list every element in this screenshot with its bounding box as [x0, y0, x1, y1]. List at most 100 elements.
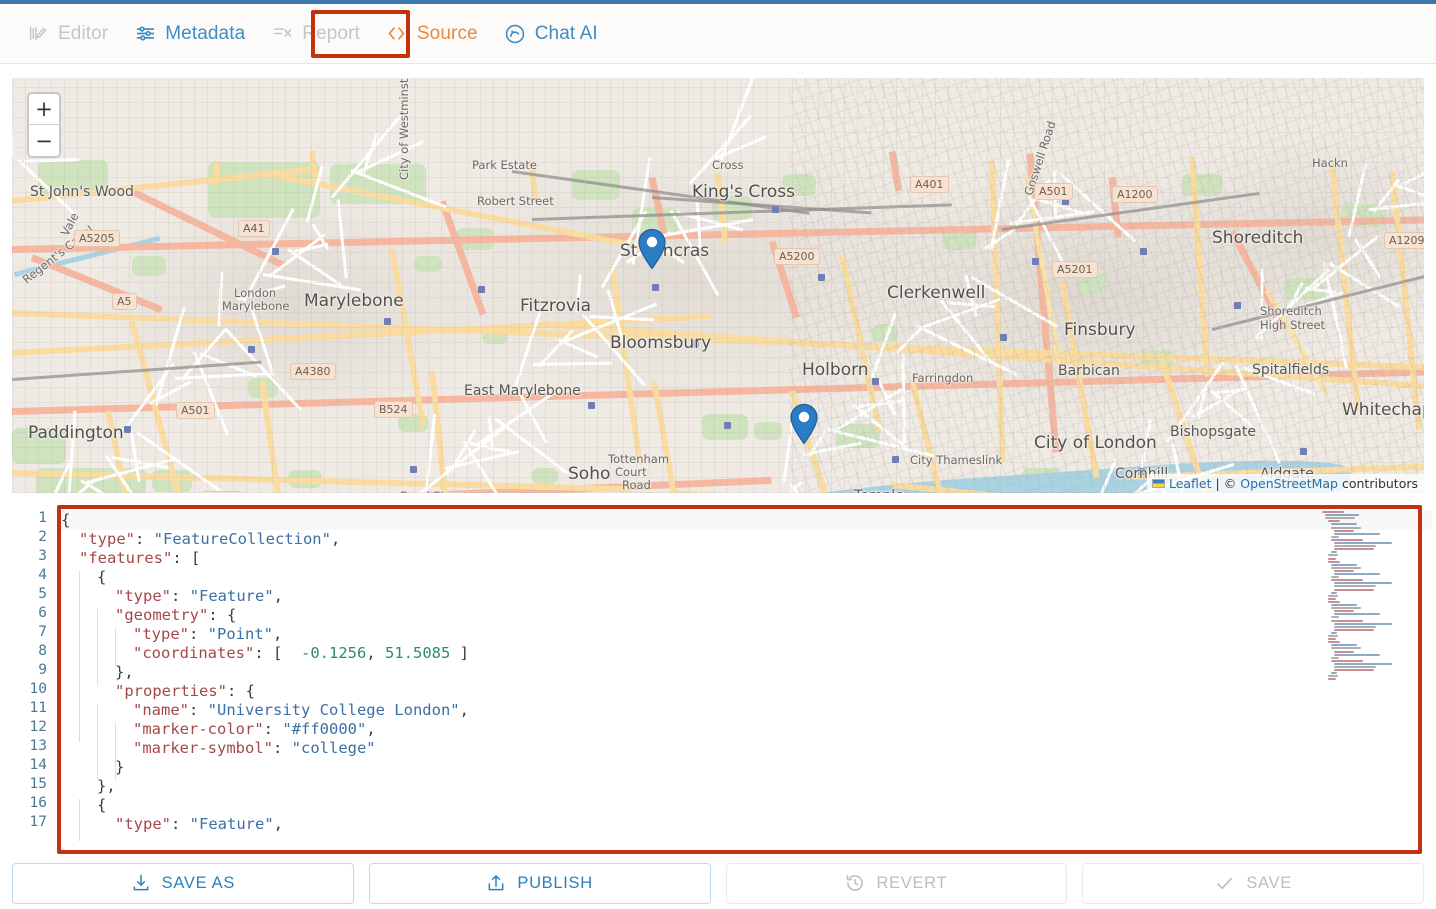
map-place-label: High Street: [1260, 318, 1325, 332]
code-token: :: [171, 815, 190, 833]
line-number-gutter: 1234567891011121314151617: [0, 499, 57, 854]
code-line[interactable]: "marker-symbol": "college": [61, 739, 376, 758]
code-line[interactable]: "features": [: [61, 549, 200, 568]
code-token: 51.5085: [385, 644, 450, 662]
code-line[interactable]: },: [61, 663, 134, 682]
road-shield: B524: [374, 401, 413, 418]
openstreetmap-link[interactable]: OpenStreetMap: [1240, 476, 1338, 491]
map-viewport[interactable]: St John's WoodPark EstateCrossKing's Cro…: [12, 78, 1424, 493]
zoom-out-button[interactable]: −: [29, 125, 59, 156]
minimap-line: [1334, 663, 1392, 665]
code-token: "Point": [208, 625, 273, 643]
minimap-line: [1334, 651, 1354, 653]
code-line[interactable]: "coordinates": [ -0.1256, 51.5085 ]: [61, 644, 469, 663]
line-number: 5: [38, 586, 47, 602]
code-line[interactable]: "geometry": {: [61, 606, 236, 625]
tab-chat-ai[interactable]: Chat AI: [491, 12, 611, 56]
map-place-label: Bond Street: [400, 489, 468, 493]
line-number: 14: [30, 757, 47, 773]
code-line[interactable]: "marker-color": "#ff0000",: [61, 720, 376, 739]
minimap-line: [1328, 595, 1338, 597]
chat-ai-icon: [504, 23, 526, 45]
minimap-line: [1334, 542, 1392, 544]
minimap-line: [1328, 678, 1336, 680]
map-zoom-control[interactable]: + −: [27, 92, 61, 158]
code-line[interactable]: "properties": {: [61, 682, 255, 701]
minimap-line: [1328, 641, 1340, 643]
code-token: "geometry": [115, 606, 208, 624]
map-place-label: Court: [615, 465, 647, 479]
map-place-label: Farringdon: [912, 371, 973, 385]
station-marker: [724, 422, 731, 429]
code-minimap[interactable]: [1314, 509, 1422, 617]
code-token: "Feature": [190, 587, 274, 605]
code-token: ,: [274, 587, 283, 605]
minimap-line: [1331, 647, 1361, 649]
leaflet-link[interactable]: Leaflet: [1169, 476, 1212, 491]
map-place-label: King's Cross: [692, 182, 795, 202]
button-label: SAVE AS: [162, 874, 235, 893]
download-icon: [131, 873, 151, 893]
code-line[interactable]: {: [61, 796, 106, 815]
code-text-area[interactable]: {"type": "FeatureCollection","features":…: [61, 503, 1432, 850]
marker-st-pancras[interactable]: [637, 228, 667, 270]
map-place-label: Temple: [854, 488, 904, 493]
minimap-line: [1334, 548, 1374, 550]
publish-button[interactable]: PUBLISH: [369, 863, 711, 904]
minimap-line: [1331, 604, 1357, 606]
zoom-in-button[interactable]: +: [29, 94, 59, 125]
minimap-line: [1334, 623, 1392, 625]
station-marker: [1300, 448, 1307, 455]
map-place-label: Paddington: [28, 423, 124, 443]
code-line[interactable]: "name": "University College London",: [61, 701, 469, 720]
marker-holborn[interactable]: [789, 403, 819, 445]
minimap-line: [1331, 551, 1337, 553]
code-token: :: [189, 625, 208, 643]
map-place-label: Holborn: [802, 360, 869, 380]
code-token: :: [273, 739, 292, 757]
code-line[interactable]: {: [61, 511, 1432, 530]
minimap-line: [1334, 654, 1380, 656]
copyright-symbol: ©: [1224, 476, 1237, 491]
code-token: :: [171, 587, 190, 605]
save-button: SAVE: [1082, 863, 1424, 904]
minimap-line: [1331, 536, 1339, 538]
button-label: REVERT: [876, 874, 947, 893]
code-line[interactable]: "type": "FeatureCollection",: [61, 530, 340, 549]
station-marker: [588, 402, 595, 409]
tab-label: Chat AI: [535, 23, 598, 45]
contributors-text: contributors: [1342, 476, 1418, 491]
code-line[interactable]: {: [61, 568, 106, 587]
tab-bar: EditorMetadataReportSourceChat AI: [0, 4, 1436, 64]
station-marker: [248, 346, 255, 353]
map-canvas[interactable]: St John's WoodPark EstateCrossKing's Cro…: [12, 78, 1424, 493]
map-place-label: Road: [622, 478, 651, 492]
code-line[interactable]: "type": "Feature",: [61, 587, 283, 606]
minimap-line: [1334, 533, 1380, 535]
minimap-line: [1331, 564, 1357, 566]
map-place-label: Marylebone: [222, 299, 289, 313]
map-place-label: Marylebone: [304, 291, 404, 311]
road-shield: A401: [910, 176, 949, 193]
save-as-button[interactable]: SAVE AS: [12, 863, 354, 904]
minimap-line: [1334, 573, 1380, 575]
code-line[interactable]: }: [61, 758, 124, 777]
map-place-label: Barbican: [1058, 363, 1120, 379]
code-token: :: [264, 720, 283, 738]
code-token: "properties": [115, 682, 227, 700]
tab-source[interactable]: Source: [373, 12, 491, 56]
map-place-label: Fitzrovia: [520, 296, 591, 316]
code-line[interactable]: "type": "Feature",: [61, 815, 283, 834]
code-line[interactable]: "type": "Point",: [61, 625, 282, 644]
map-place-label: St John's Wood: [30, 184, 134, 200]
code-token: "marker-color": [133, 720, 264, 738]
tab-metadata[interactable]: Metadata: [121, 12, 258, 56]
minimap-line: [1331, 632, 1337, 634]
map-place-label: City of Westminster: [397, 78, 411, 180]
code-token: "coordinates": [133, 644, 254, 662]
source-code-editor[interactable]: 1234567891011121314151617 {"type": "Feat…: [0, 499, 1436, 854]
minimap-line: [1334, 530, 1354, 532]
code-token: "#ff0000": [282, 720, 366, 738]
code-line[interactable]: },: [61, 777, 116, 796]
map-place-label: Hackn: [1312, 156, 1348, 170]
